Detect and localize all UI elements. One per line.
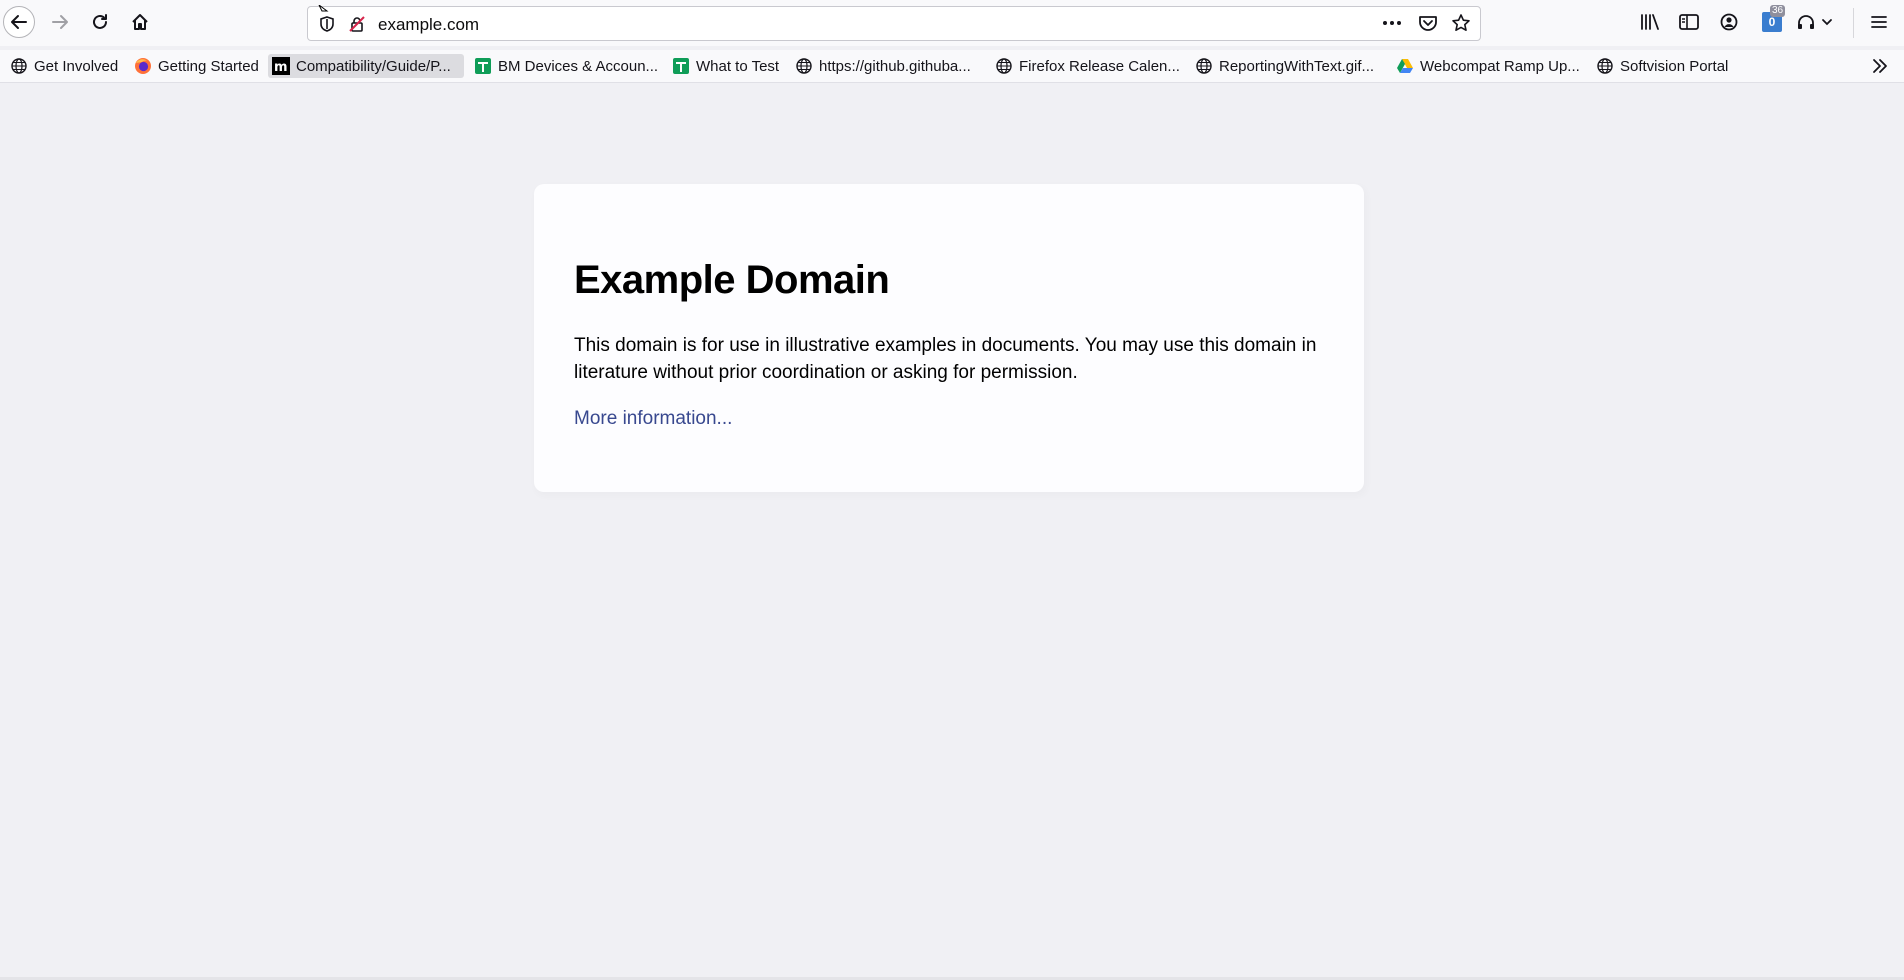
forward-button[interactable]: [44, 6, 76, 38]
navigation-toolbar: example.com 0 36: [0, 0, 1904, 46]
pocket-icon[interactable]: [1418, 14, 1438, 37]
sidebar-icon: [1679, 14, 1699, 30]
home-icon: [132, 14, 148, 30]
globe-icon: [795, 57, 813, 75]
reload-icon: [93, 14, 107, 29]
globe-icon: [1596, 57, 1614, 75]
bookmark-github[interactable]: https://github.githuba...: [791, 54, 975, 78]
account-icon: [1720, 13, 1738, 31]
firefox-icon: [134, 57, 152, 75]
more-information-link[interactable]: More information...: [574, 408, 732, 430]
chevron-double-right-icon: [1873, 59, 1887, 73]
page-actions-icon[interactable]: [1381, 13, 1403, 38]
hamburger-menu-icon: [1871, 16, 1887, 28]
mdn-icon: m: [272, 57, 290, 75]
toolbar-separator: [1853, 8, 1854, 38]
globe-icon: [995, 57, 1013, 75]
bookmark-label: Firefox Release Calen...: [1019, 57, 1180, 75]
globe-icon: [10, 57, 28, 75]
arrow-right-icon: [52, 15, 68, 29]
bookmarks-overflow-button[interactable]: [1870, 56, 1890, 81]
bookmark-label: Get Involved: [34, 57, 119, 75]
svg-text:m: m: [274, 60, 288, 75]
bookmark-bm-devices[interactable]: BM Devices & Accoun...: [470, 54, 662, 78]
notification-count: 36: [1770, 5, 1786, 17]
content-card: Example Domain This domain is for use in…: [534, 184, 1364, 492]
bookmark-label: BM Devices & Accoun...: [498, 57, 659, 75]
bookmark-label: https://github.githuba...: [819, 57, 971, 75]
url-text[interactable]: example.com: [378, 15, 479, 35]
bookmark-label: ReportingWithText.gif...: [1219, 57, 1375, 75]
page-paragraph: This domain is for use in illustrative e…: [574, 335, 1317, 383]
star-bookmark-icon[interactable]: [1451, 13, 1471, 38]
menu-button[interactable]: [1863, 6, 1895, 38]
bookmark-reporting-with-text[interactable]: ReportingWithText.gif...: [1191, 54, 1378, 78]
tracking-protection-shield-icon[interactable]: [318, 15, 336, 38]
sheets-icon: [474, 57, 492, 75]
account-button[interactable]: [1713, 6, 1745, 38]
drive-icon: [1396, 57, 1414, 75]
bookmark-compatibility-guide[interactable]: m Compatibility/Guide/P...: [268, 54, 464, 78]
bookmark-get-involved[interactable]: Get Involved: [6, 54, 122, 78]
sidebar-button[interactable]: [1673, 6, 1705, 38]
bookmark-label: Softvision Portal: [1620, 57, 1729, 75]
bookmark-label: Compatibility/Guide/P...: [296, 57, 451, 75]
bookmark-label: Webcompat Ramp Up...: [1420, 57, 1580, 75]
library-icon: [1641, 14, 1659, 30]
page-heading: Example Domain: [574, 258, 890, 302]
bookmark-getting-started[interactable]: Getting Started: [130, 54, 263, 78]
headphones-dropdown-icon: [1798, 15, 1832, 29]
back-button[interactable]: [3, 6, 35, 38]
sheets-icon: [672, 57, 690, 75]
bookmarks-toolbar: Get Involved Getting Started m Compatibi…: [0, 50, 1904, 83]
bookmark-webcompat-ramp-up[interactable]: Webcompat Ramp Up...: [1392, 54, 1584, 78]
globe-icon: [1195, 57, 1213, 75]
reload-button[interactable]: [84, 6, 116, 38]
mouse-cursor-icon: [318, 0, 330, 18]
home-button[interactable]: [124, 6, 156, 38]
library-button[interactable]: [1634, 6, 1666, 38]
address-bar[interactable]: example.com: [307, 6, 1481, 41]
insecure-connection-icon[interactable]: [348, 15, 366, 38]
extension-button[interactable]: [1792, 6, 1838, 38]
bookmark-label: What to Test: [696, 57, 780, 75]
bookmark-softvision-portal[interactable]: Softvision Portal: [1592, 54, 1732, 78]
bookmark-firefox-release-calendar[interactable]: Firefox Release Calen...: [991, 54, 1184, 78]
bookmark-what-to-test[interactable]: What to Test: [668, 54, 783, 78]
arrow-left-icon: [11, 15, 27, 29]
bookmark-label: Getting Started: [158, 57, 259, 75]
